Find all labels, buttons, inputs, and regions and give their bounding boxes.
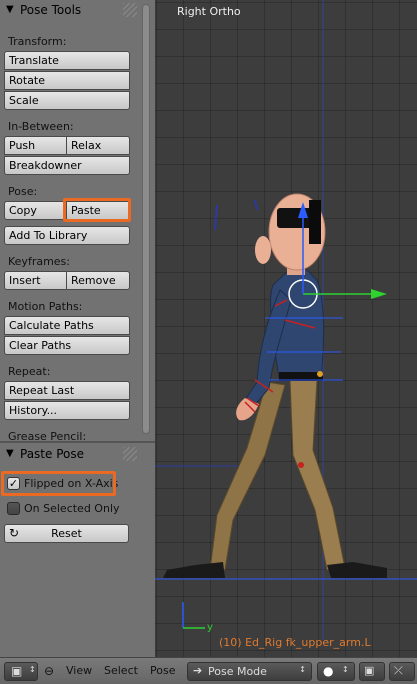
- reset-button[interactable]: ↻ Reset: [4, 524, 129, 543]
- reset-icon: ↻: [9, 526, 20, 540]
- paste-pose-panel-header[interactable]: ▼ Paste Pose: [0, 444, 155, 464]
- collapse-triangle-icon[interactable]: ▼: [6, 0, 14, 20]
- rotate-button[interactable]: Rotate: [4, 71, 130, 90]
- insert-keyframe-button[interactable]: Insert: [4, 271, 67, 290]
- tool-shelf: ▼ Pose Tools Transform: Translate Rotate…: [0, 0, 155, 657]
- drag-grip-icon[interactable]: [123, 3, 137, 17]
- manipulator-toggle[interactable]: ⤫: [389, 662, 415, 681]
- relax-button[interactable]: Relax: [66, 136, 130, 155]
- manipulator-icon: ⤫: [394, 664, 403, 677]
- history-button[interactable]: History...: [4, 401, 130, 420]
- repeat-label: Repeat:: [8, 365, 51, 378]
- menu-select[interactable]: Select: [104, 658, 138, 684]
- hair-side: [309, 200, 321, 244]
- add-to-library-button[interactable]: Add To Library: [4, 226, 130, 245]
- cube-icon: ▣: [11, 664, 23, 678]
- pivot-icon: ▣: [364, 664, 375, 677]
- back-shoe: [163, 562, 225, 578]
- reset-button-label: Reset: [51, 527, 82, 540]
- mode-dropdown[interactable]: ➔ Pose Mode ↕: [187, 662, 312, 681]
- chevron-updown-icon: ↕: [29, 665, 36, 674]
- motion-paths-label: Motion Paths:: [8, 300, 83, 313]
- breakdowner-button[interactable]: Breakdowner: [4, 156, 130, 175]
- translate-button[interactable]: Translate: [4, 51, 130, 70]
- pose-tools-title: Pose Tools: [20, 3, 82, 17]
- repeat-last-button[interactable]: Repeat Last: [4, 381, 130, 400]
- calculate-paths-button[interactable]: Calculate Paths: [4, 316, 130, 335]
- paste-pose-title: Paste Pose: [20, 447, 84, 461]
- panel-divider: [0, 441, 155, 443]
- mode-dropdown-label: Pose Mode: [208, 665, 267, 678]
- pose-tools-panel-header[interactable]: ▼ Pose Tools: [0, 0, 155, 20]
- pivot-point-dropdown[interactable]: ▣: [359, 662, 385, 681]
- pose-mode-icon: ➔: [193, 664, 203, 677]
- axis-widget-y-label: y: [207, 622, 213, 633]
- gizmo-y-arrow[interactable]: [371, 289, 387, 299]
- viewport-shading-dropdown[interactable]: ● ↕: [317, 662, 355, 681]
- transform-label: Transform:: [8, 35, 67, 48]
- push-button[interactable]: Push: [4, 136, 67, 155]
- clear-paths-button[interactable]: Clear Paths: [4, 336, 130, 355]
- menu-pose[interactable]: Pose: [150, 658, 175, 684]
- keyframes-label: Keyframes:: [8, 255, 70, 268]
- bone-marker: [214, 204, 218, 231]
- viewport-header: ▣ ↕ ⊖ View Select Pose ➔ Pose Mode ↕ ● ↕…: [0, 657, 417, 684]
- status-text: (10) Ed_Rig fk_upper_arm.L: [219, 636, 371, 649]
- on-selected-only-label[interactable]: On Selected Only: [24, 502, 120, 515]
- bone-marker: [298, 462, 304, 468]
- copy-button[interactable]: Copy: [4, 201, 67, 220]
- drag-grip-icon[interactable]: [123, 447, 137, 461]
- front-shoe: [327, 562, 387, 578]
- collapse-triangle-icon[interactable]: ▼: [6, 444, 14, 464]
- chevron-updown-icon: ↕: [342, 665, 349, 674]
- bone-marker: [254, 199, 258, 211]
- paste-highlight-frame: [63, 198, 131, 222]
- menu-view[interactable]: View: [66, 658, 92, 684]
- character-scene: y: [155, 0, 417, 640]
- flipped-highlight-frame: [1, 471, 116, 496]
- in-between-label: In-Between:: [8, 120, 74, 133]
- pose-label: Pose:: [8, 185, 38, 198]
- scale-button[interactable]: Scale: [4, 91, 130, 110]
- front-leg: [289, 379, 346, 571]
- 3d-viewport[interactable]: Right Ortho y (10) Ed_Rig fk_upper_arm.L: [155, 0, 417, 657]
- solid-shading-icon: ●: [323, 664, 334, 678]
- collapse-menu-icon[interactable]: ⊖: [44, 658, 54, 684]
- remove-keyframe-button[interactable]: Remove: [66, 271, 130, 290]
- editor-type-dropdown[interactable]: ▣ ↕: [4, 662, 38, 681]
- nose: [255, 236, 271, 264]
- chevron-updown-icon: ↕: [299, 665, 306, 674]
- belt-buckle: [317, 371, 323, 377]
- on-selected-only-checkbox[interactable]: [7, 502, 20, 515]
- toolshelf-scrollbar[interactable]: [142, 4, 150, 434]
